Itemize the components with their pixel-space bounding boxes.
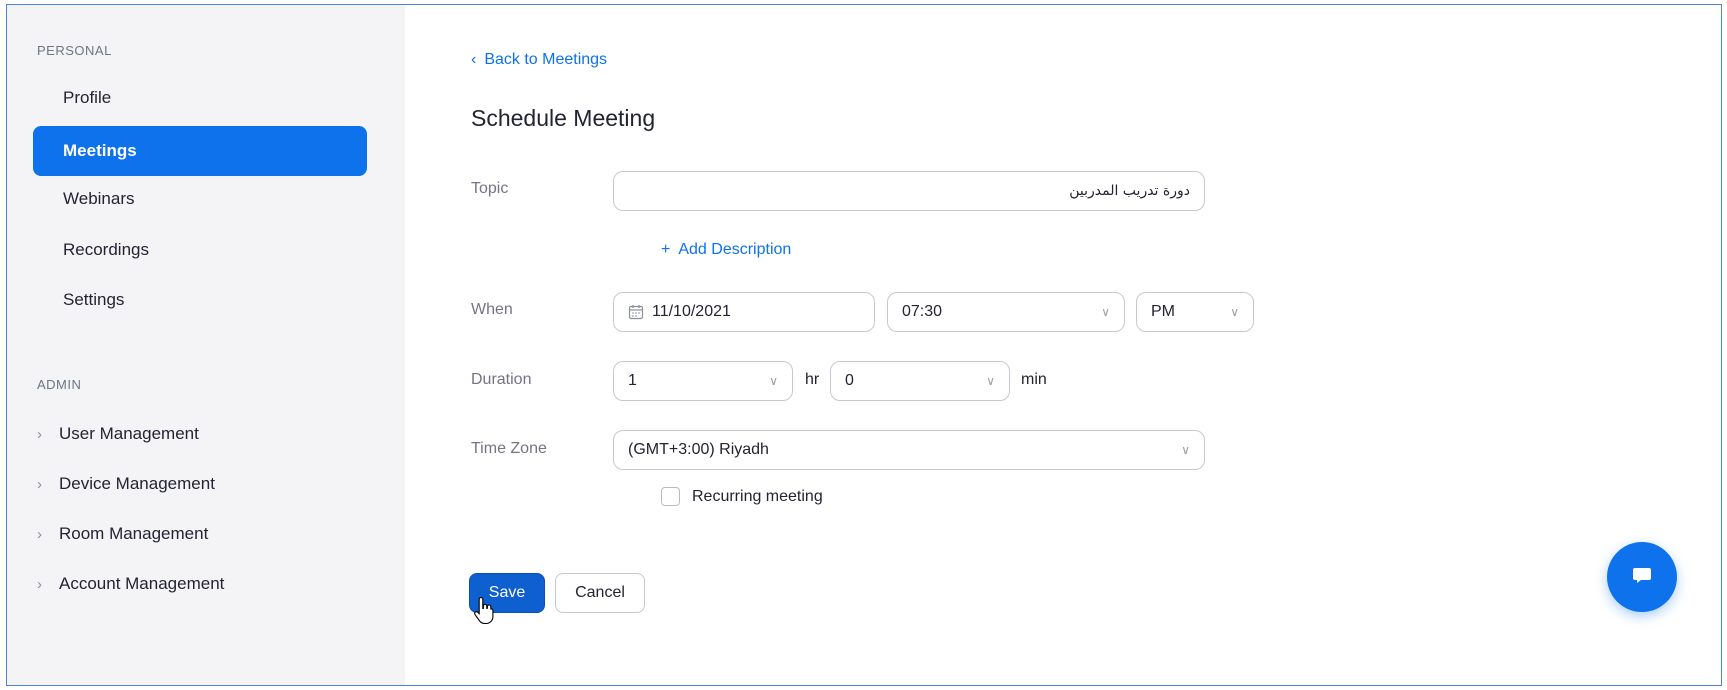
time-zone-value: (GMT+3:00) Riyadh	[628, 441, 769, 458]
recurring-meeting-checkbox[interactable]	[661, 487, 680, 506]
sidebar-item-label: Settings	[63, 290, 125, 309]
recurring-meeting-label: Recurring meeting	[692, 487, 823, 505]
section-label-personal: PERSONAL	[37, 43, 112, 58]
ampm-value: PM	[1151, 303, 1175, 320]
chevron-right-icon: ›	[37, 575, 42, 593]
chevron-down-icon: ∨	[769, 374, 778, 388]
ampm-select[interactable]: PM ∨	[1136, 292, 1254, 332]
time-select[interactable]: 07:30 ∨	[887, 292, 1125, 332]
sidebar-item-label: Recordings	[63, 240, 149, 259]
sidebar: PERSONAL Profile Meetings Webinars Recor…	[7, 5, 405, 685]
hours-unit: hr	[805, 371, 820, 388]
chevron-down-icon: ∨	[1101, 305, 1110, 319]
chat-button[interactable]	[1607, 542, 1677, 612]
minutes-unit: min	[1021, 371, 1047, 388]
chevron-right-icon: ›	[37, 425, 42, 443]
recurring-meeting-row[interactable]: Recurring meeting	[661, 487, 823, 506]
chevron-left-icon: ‹	[471, 51, 477, 68]
sidebar-item-label: Profile	[63, 88, 112, 107]
sidebar-item-label: Account Management	[59, 574, 225, 593]
duration-minutes-value: 0	[845, 372, 854, 389]
chevron-right-icon: ›	[37, 475, 42, 493]
when-label: When	[471, 301, 513, 318]
sidebar-item-label: Room Management	[59, 524, 209, 543]
chat-bubble-icon	[1630, 563, 1654, 592]
back-to-meetings-link[interactable]: ‹ Back to Meetings	[471, 51, 607, 69]
cancel-button[interactable]: Cancel	[555, 573, 645, 613]
duration-minutes-select[interactable]: 0 ∨	[830, 361, 1010, 401]
sidebar-item-user-management[interactable]: › User Management	[37, 419, 199, 449]
topic-input[interactable]: دورة تدريب المدربين	[613, 171, 1205, 211]
duration-hours-select[interactable]: 1 ∨	[613, 361, 793, 401]
save-button[interactable]: Save	[469, 573, 545, 613]
sidebar-item-recordings[interactable]: Recordings	[33, 225, 367, 275]
page-title: Schedule Meeting	[471, 105, 656, 131]
sidebar-item-device-management[interactable]: › Device Management	[37, 469, 215, 499]
sidebar-item-account-management[interactable]: › Account Management	[37, 569, 224, 599]
chevron-down-icon: ∨	[1230, 305, 1239, 319]
main-content: ‹ Back to Meetings Schedule Meeting Topi…	[405, 5, 1721, 685]
chevron-right-icon: ›	[37, 525, 42, 543]
date-value: 11/10/2021	[652, 303, 731, 320]
add-description-label: Add Description	[678, 241, 792, 258]
chevron-down-icon: ∨	[986, 374, 995, 388]
topic-label: Topic	[471, 180, 509, 197]
date-picker[interactable]: 11/10/2021	[613, 292, 875, 332]
duration-label: Duration	[471, 371, 532, 388]
time-zone-label: Time Zone	[471, 440, 547, 457]
sidebar-item-webinars[interactable]: Webinars	[33, 174, 367, 224]
section-label-admin: ADMIN	[37, 377, 82, 392]
sidebar-item-label: Meetings	[63, 141, 137, 160]
chevron-down-icon: ∨	[1181, 443, 1190, 457]
plus-icon: +	[661, 241, 671, 258]
sidebar-item-label: User Management	[59, 424, 199, 443]
time-value: 07:30	[902, 303, 943, 320]
sidebar-item-room-management[interactable]: › Room Management	[37, 519, 208, 549]
sidebar-item-profile[interactable]: Profile	[33, 73, 367, 123]
sidebar-item-label: Device Management	[59, 474, 215, 493]
topic-input-value: دورة تدريب المدربين	[1069, 183, 1190, 199]
calendar-icon	[628, 304, 644, 320]
duration-hours-value: 1	[628, 372, 637, 389]
sidebar-item-meetings[interactable]: Meetings	[33, 126, 367, 176]
sidebar-item-settings[interactable]: Settings	[33, 275, 367, 325]
app-frame: PERSONAL Profile Meetings Webinars Recor…	[6, 4, 1722, 686]
sidebar-item-label: Webinars	[63, 189, 135, 208]
add-description-link[interactable]: + Add Description	[661, 241, 791, 259]
time-zone-select[interactable]: (GMT+3:00) Riyadh ∨	[613, 430, 1205, 470]
back-link-label: Back to Meetings	[484, 51, 608, 68]
